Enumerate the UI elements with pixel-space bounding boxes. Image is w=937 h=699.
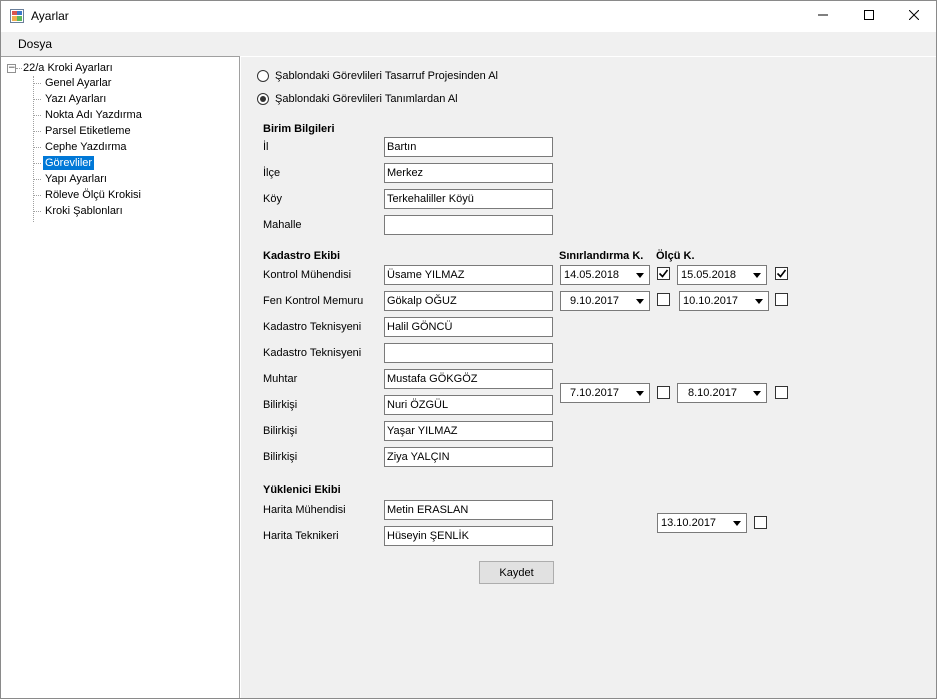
tree-item-cephe-yazdirma[interactable]: Cephe Yazdırma: [33, 139, 129, 155]
app-icon: [10, 9, 24, 23]
save-button[interactable]: Kaydet: [479, 561, 554, 584]
kontrol-limit-checkbox[interactable]: [657, 267, 670, 280]
tree-item-yapi-ayarlari[interactable]: Yapı Ayarları: [33, 171, 109, 187]
radio-from-definitions[interactable]: Şablondaki Görevlileri Tanımlardan Al: [257, 93, 458, 105]
mahalle-input[interactable]: [384, 215, 553, 235]
tree-item-yazi-ayarlari[interactable]: Yazı Ayarları: [33, 91, 108, 107]
tree-item-roleve-olcu-krokisi[interactable]: Röleve Ölçü Krokisi: [33, 187, 143, 203]
title-bar: Ayarlar: [1, 1, 936, 32]
close-icon: [908, 9, 920, 23]
contractor-date-checkbox[interactable]: [754, 516, 767, 529]
chevron-down-icon[interactable]: [632, 267, 648, 283]
section-cadastre-heading: Kadastro Ekibi: [263, 250, 341, 262]
muhtar-limit-checkbox[interactable]: [657, 386, 670, 399]
window-title: Ayarlar: [31, 9, 69, 23]
bilirkisi1-input[interactable]: Nuri ÖZGÜL: [384, 395, 553, 415]
fen-measure-checkbox[interactable]: [775, 293, 788, 306]
close-button[interactable]: [891, 1, 937, 31]
menu-bar: Dosya: [1, 32, 936, 56]
menu-file[interactable]: Dosya: [10, 36, 60, 52]
tree-item-parsel-etiketleme[interactable]: Parsel Etiketleme: [33, 123, 133, 139]
tree-item-kroki-sablonlari[interactable]: Kroki Şablonları: [33, 203, 125, 219]
radio-from-project[interactable]: Şablondaki Görevlileri Tasarruf Projesin…: [257, 70, 498, 82]
minimize-button[interactable]: [800, 1, 846, 31]
tree-item-genel-ayarlar[interactable]: Genel Ayarlar: [33, 75, 113, 91]
teknisyen1-input[interactable]: Halil GÖNCÜ: [384, 317, 553, 337]
radio-button[interactable]: [257, 70, 269, 82]
il-label: İl: [263, 141, 269, 153]
koy-input[interactable]: Terkehaliller Köyü: [384, 189, 553, 209]
tree-root-label: 22/a Kroki Ayarları: [23, 62, 113, 74]
fen-label: Fen Kontrol Memuru: [263, 295, 364, 307]
tree-root[interactable]: − 22/a Kroki Ayarları: [7, 60, 113, 76]
bilirkisi2-label: Bilirkişi: [263, 425, 298, 437]
bilirkisi2-input[interactable]: Yaşar YILMAZ: [384, 421, 553, 441]
fen-measure-date[interactable]: 10.10.2017: [679, 291, 769, 311]
koy-label: Köy: [263, 193, 282, 205]
kontrol-input[interactable]: Üsame YILMAZ: [384, 265, 553, 285]
teknisyen1-label: Kadastro Teknisyeni: [263, 321, 362, 333]
il-input[interactable]: Bartın: [384, 137, 553, 157]
harita-muhendisi-label: Harita Mühendisi: [263, 504, 346, 516]
chevron-down-icon[interactable]: [632, 385, 648, 401]
harita-teknikeri-input[interactable]: Hüseyin ŞENLİK: [384, 526, 553, 546]
tree-item-gorevliler[interactable]: Görevliler: [33, 155, 95, 171]
chevron-down-icon[interactable]: [749, 267, 765, 283]
muhtar-measure-checkbox[interactable]: [775, 386, 788, 399]
muhtar-label: Muhtar: [263, 373, 298, 385]
contractor-date[interactable]: 13.10.2017: [657, 513, 747, 533]
bilirkisi3-label: Bilirkişi: [263, 451, 298, 463]
tree-item-nokta-adi-yazdirma[interactable]: Nokta Adı Yazdırma: [33, 107, 144, 123]
chevron-down-icon[interactable]: [729, 515, 745, 531]
kontrol-limit-date[interactable]: 14.05.2018: [560, 265, 650, 285]
kontrol-label: Kontrol Mühendisi: [263, 269, 352, 281]
harita-muhendisi-input[interactable]: Metin ERASLAN: [384, 500, 553, 520]
settings-tree: − 22/a Kroki Ayarları Genel Ayarlar Yazı…: [1, 56, 240, 698]
chevron-down-icon[interactable]: [749, 385, 765, 401]
kontrol-measure-date[interactable]: 15.05.2018: [677, 265, 767, 285]
maximize-button[interactable]: [846, 1, 892, 31]
bilirkisi3-input[interactable]: Ziya YALÇIN: [384, 447, 553, 467]
teknisyen2-label: Kadastro Teknisyeni: [263, 347, 362, 359]
chevron-down-icon[interactable]: [632, 293, 648, 309]
muhtar-measure-date[interactable]: 8.10.2017: [677, 383, 767, 403]
ilce-label: İlçe: [263, 167, 281, 179]
bilirkisi1-label: Bilirkişi: [263, 399, 298, 411]
limit-column-header: Sınırlandırma K.: [559, 250, 644, 262]
kontrol-measure-checkbox[interactable]: [775, 267, 788, 280]
fen-limit-date[interactable]: 9.10.2017: [560, 291, 650, 311]
muhtar-limit-date[interactable]: 7.10.2017: [560, 383, 650, 403]
radio-button-checked[interactable]: [257, 93, 269, 105]
maximize-icon: [864, 9, 874, 23]
section-contractor-heading: Yüklenici Ekibi: [263, 484, 341, 496]
harita-teknikeri-label: Harita Teknikeri: [263, 530, 339, 542]
ilce-input[interactable]: Merkez: [384, 163, 553, 183]
fen-input[interactable]: Gökalp OĞUZ: [384, 291, 553, 311]
collapse-icon[interactable]: −: [7, 63, 16, 73]
section-unit-heading: Birim Bilgileri: [263, 123, 335, 135]
settings-window: Ayarlar Dosya − 22/a Kroki Ayarları Gene…: [0, 0, 937, 699]
settings-panel: Şablondaki Görevlileri Tasarruf Projesin…: [241, 57, 936, 698]
muhtar-input[interactable]: Mustafa GÖKGÖZ: [384, 369, 553, 389]
teknisyen2-input[interactable]: [384, 343, 553, 363]
mahalle-label: Mahalle: [263, 219, 302, 231]
measure-column-header: Ölçü K.: [656, 250, 695, 262]
minimize-icon: [818, 10, 828, 23]
fen-limit-checkbox[interactable]: [657, 293, 670, 306]
chevron-down-icon[interactable]: [751, 293, 767, 309]
